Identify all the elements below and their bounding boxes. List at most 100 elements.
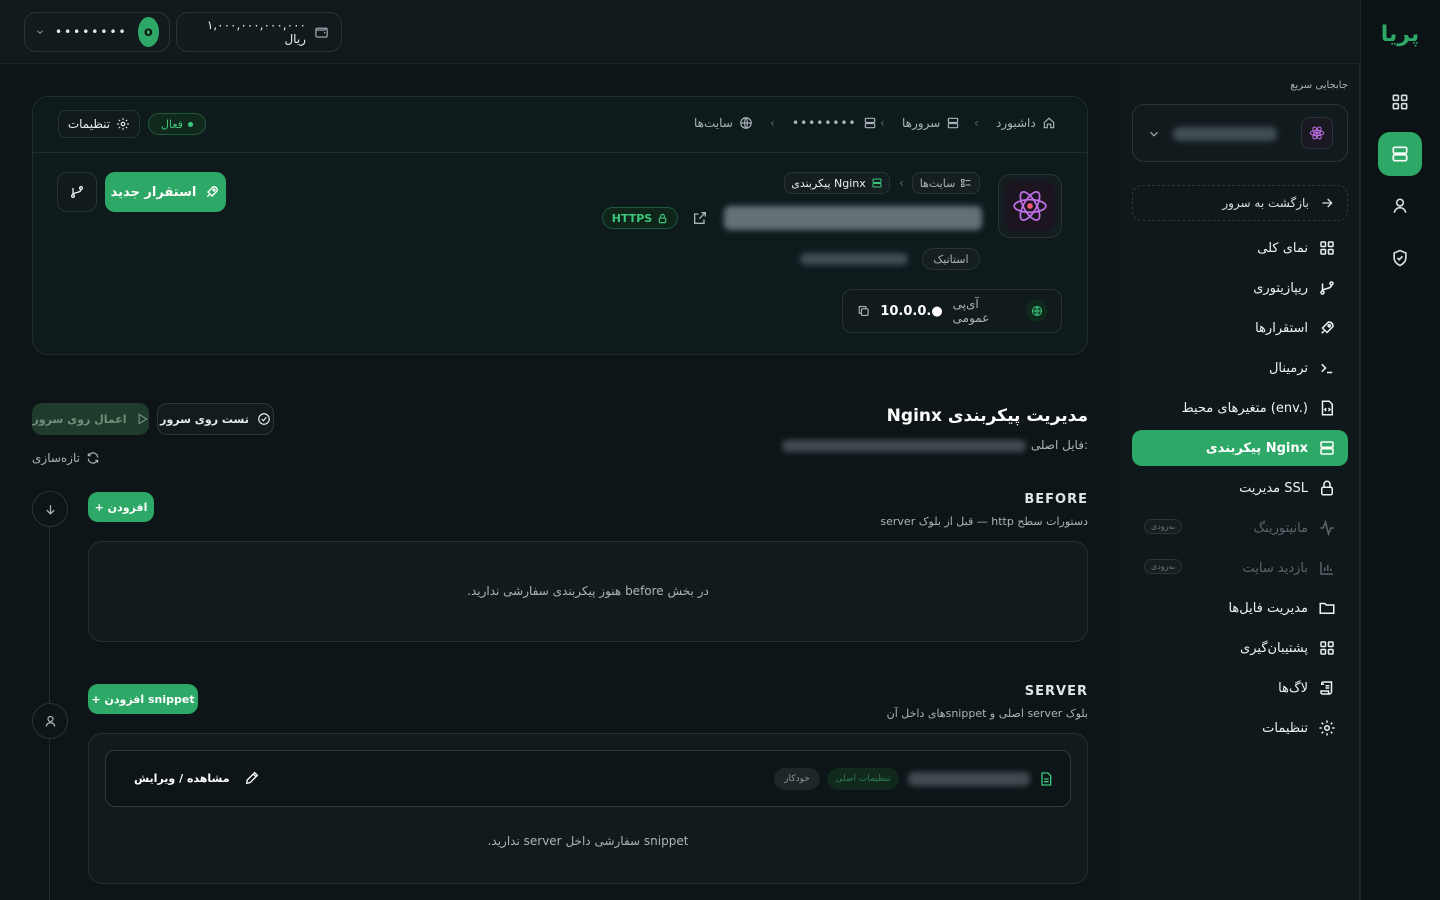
rail-account-button[interactable] bbox=[1378, 184, 1422, 228]
open-site-link[interactable] bbox=[688, 206, 712, 230]
site-type-tag: استاتیک bbox=[922, 248, 980, 270]
file-icon bbox=[1038, 770, 1054, 788]
sidebar-item-monitoring: به‌زودی مانیتورینگ bbox=[1132, 510, 1348, 546]
timeline-node-before bbox=[32, 491, 68, 527]
status-badge: فعال bbox=[148, 113, 206, 135]
folder-icon bbox=[1318, 599, 1336, 617]
server-icon bbox=[1318, 439, 1336, 457]
scroll-icon bbox=[1318, 679, 1336, 697]
sidebar-item-env[interactable]: متغیرهای محیط (env.) bbox=[1132, 390, 1348, 426]
wallet-balance-button[interactable]: ۱,۰۰۰,۰۰۰,۰۰۰,۰۰۰ ریال bbox=[176, 12, 342, 52]
list-icon bbox=[960, 177, 972, 189]
user-menu-button[interactable]: •••••••• o bbox=[24, 12, 170, 52]
sidebar-item-logs[interactable]: لاگ‌ها bbox=[1132, 670, 1348, 706]
view-edit-button[interactable]: مشاهده / ویرایش bbox=[134, 770, 260, 786]
bar-chart-icon bbox=[1318, 559, 1336, 577]
server-icon bbox=[946, 116, 960, 130]
sidebar-item-settings[interactable]: تنظیمات bbox=[1132, 710, 1348, 746]
add-before-button[interactable]: + افزودن bbox=[88, 492, 154, 522]
lock-icon bbox=[657, 213, 668, 224]
rocket-icon bbox=[204, 184, 220, 200]
rail-security-button[interactable] bbox=[1378, 236, 1422, 280]
copy-icon[interactable] bbox=[857, 304, 870, 318]
server-title: SERVER bbox=[1024, 684, 1088, 699]
sidebar-item-deployments[interactable]: استقرارها bbox=[1132, 310, 1348, 346]
git-branch-icon bbox=[69, 184, 85, 200]
status-dot bbox=[187, 121, 193, 127]
sidebar-item-backup[interactable]: پشتیبان‌گیری bbox=[1132, 630, 1348, 666]
gear-icon bbox=[1318, 719, 1336, 737]
sidebar-item-nginx[interactable]: پیکربندی Nginx bbox=[1132, 430, 1348, 466]
react-icon bbox=[1011, 187, 1049, 225]
server-switcher[interactable] bbox=[1132, 104, 1348, 162]
breadcrumb-label: سرورها bbox=[902, 116, 941, 130]
before-title: BEFORE bbox=[1024, 492, 1088, 507]
sidebar-item-label: بازدید سایت bbox=[1242, 560, 1308, 576]
play-icon bbox=[135, 412, 149, 426]
sidebar-item-site-visits: به‌زودی بازدید سایت bbox=[1132, 550, 1348, 586]
breadcrumb-separator: ‹ bbox=[899, 176, 904, 190]
site-settings-label: تنظیمات bbox=[67, 117, 111, 131]
tag-label: سایت‌ها bbox=[919, 176, 956, 190]
site-settings-button[interactable]: تنظیمات bbox=[58, 110, 140, 138]
breadcrumb-separator: ‹ bbox=[880, 116, 885, 130]
logo[interactable]: پریا bbox=[1369, 22, 1431, 48]
server-icon bbox=[863, 116, 877, 130]
sidebar-item-repository[interactable]: ریپازیتوری bbox=[1132, 270, 1348, 306]
card-divider bbox=[33, 152, 1087, 153]
terminal-icon bbox=[1318, 359, 1336, 377]
user-icon bbox=[1390, 196, 1410, 216]
before-subtitle: دستورات سطح http — قبل از بلوک server bbox=[880, 515, 1088, 528]
activity-icon bbox=[1318, 519, 1336, 537]
env-file-icon bbox=[1318, 399, 1336, 417]
react-icon bbox=[1301, 117, 1333, 149]
branch-button[interactable] bbox=[57, 172, 97, 212]
breadcrumb-servers[interactable]: سرورها bbox=[902, 116, 960, 130]
sidebar-item-label: استقرارها bbox=[1255, 320, 1308, 336]
gear-icon bbox=[116, 117, 130, 131]
breadcrumb-label: سایت‌ها bbox=[694, 116, 733, 130]
breadcrumb-dashboard[interactable]: داشبورد bbox=[996, 116, 1056, 130]
add-snippet-button[interactable]: + افزودن snippet bbox=[88, 684, 198, 714]
rail-dashboard-button[interactable] bbox=[1378, 80, 1422, 124]
shield-icon bbox=[1390, 248, 1410, 268]
sidebar-item-terminal[interactable]: ترمینال bbox=[1132, 350, 1348, 386]
site-domain-redacted bbox=[724, 206, 982, 230]
breadcrumb-sites[interactable]: سایت‌ها bbox=[694, 116, 753, 130]
site-app-icon bbox=[998, 174, 1062, 238]
back-to-server-button[interactable]: بازگشت به سرور bbox=[1132, 185, 1348, 221]
apply-on-server-button[interactable]: اعمال روی سرور bbox=[32, 403, 149, 435]
before-empty-text: در بخش before هنوز پیکربندی سفارشی نداری… bbox=[467, 584, 709, 598]
refresh-button[interactable]: تازه‌سازی bbox=[32, 449, 102, 467]
sidebar-item-files[interactable]: مدیریت فایل‌ها bbox=[1132, 590, 1348, 626]
status-label: فعال bbox=[161, 117, 183, 131]
new-deploy-button[interactable]: استقرار جدید bbox=[105, 172, 226, 212]
rail-servers-button[interactable] bbox=[1378, 132, 1422, 176]
pencil-icon bbox=[244, 770, 260, 786]
apply-label: اعمال روی سرور bbox=[32, 412, 127, 426]
sidebar-item-ssl[interactable]: مدیریت SSL bbox=[1132, 470, 1348, 506]
nginx-title: مدیریت پیکربندی Nginx bbox=[886, 406, 1088, 426]
sidebar-item-label: تنظیمات bbox=[1262, 720, 1308, 736]
sidebar-item-label: مانیتورینگ bbox=[1253, 520, 1308, 536]
server-icon bbox=[1390, 144, 1410, 164]
git-branch-icon bbox=[1318, 279, 1336, 297]
server-name-redacted bbox=[1173, 127, 1277, 141]
new-deploy-label: استقرار جدید bbox=[110, 184, 197, 200]
public-ip-box: 10.0.0.● آی‌پی عمومی bbox=[842, 289, 1062, 333]
wallet-icon bbox=[314, 24, 329, 40]
tag-label: استاتیک bbox=[933, 252, 969, 266]
test-on-server-button[interactable]: تست روی سرور bbox=[157, 403, 274, 435]
tag-nginx[interactable]: پیکربندی Nginx bbox=[784, 172, 890, 194]
user-name: •••••••• bbox=[54, 25, 128, 39]
tag-sites[interactable]: سایت‌ها bbox=[912, 172, 980, 194]
lock-icon bbox=[1318, 479, 1336, 497]
arrow-down-icon bbox=[43, 502, 58, 517]
quick-switch-label: جابجایی سریع bbox=[1290, 80, 1348, 91]
sidebar-item-overview[interactable]: نمای کلی bbox=[1132, 230, 1348, 266]
auto-tag: خودکار bbox=[774, 768, 820, 790]
chevron-down-icon bbox=[35, 25, 45, 39]
sidebar-item-label: ترمینال bbox=[1268, 360, 1308, 376]
breadcrumb-label: •••••••• bbox=[792, 116, 857, 130]
breadcrumb-server[interactable]: •••••••• bbox=[792, 116, 877, 130]
